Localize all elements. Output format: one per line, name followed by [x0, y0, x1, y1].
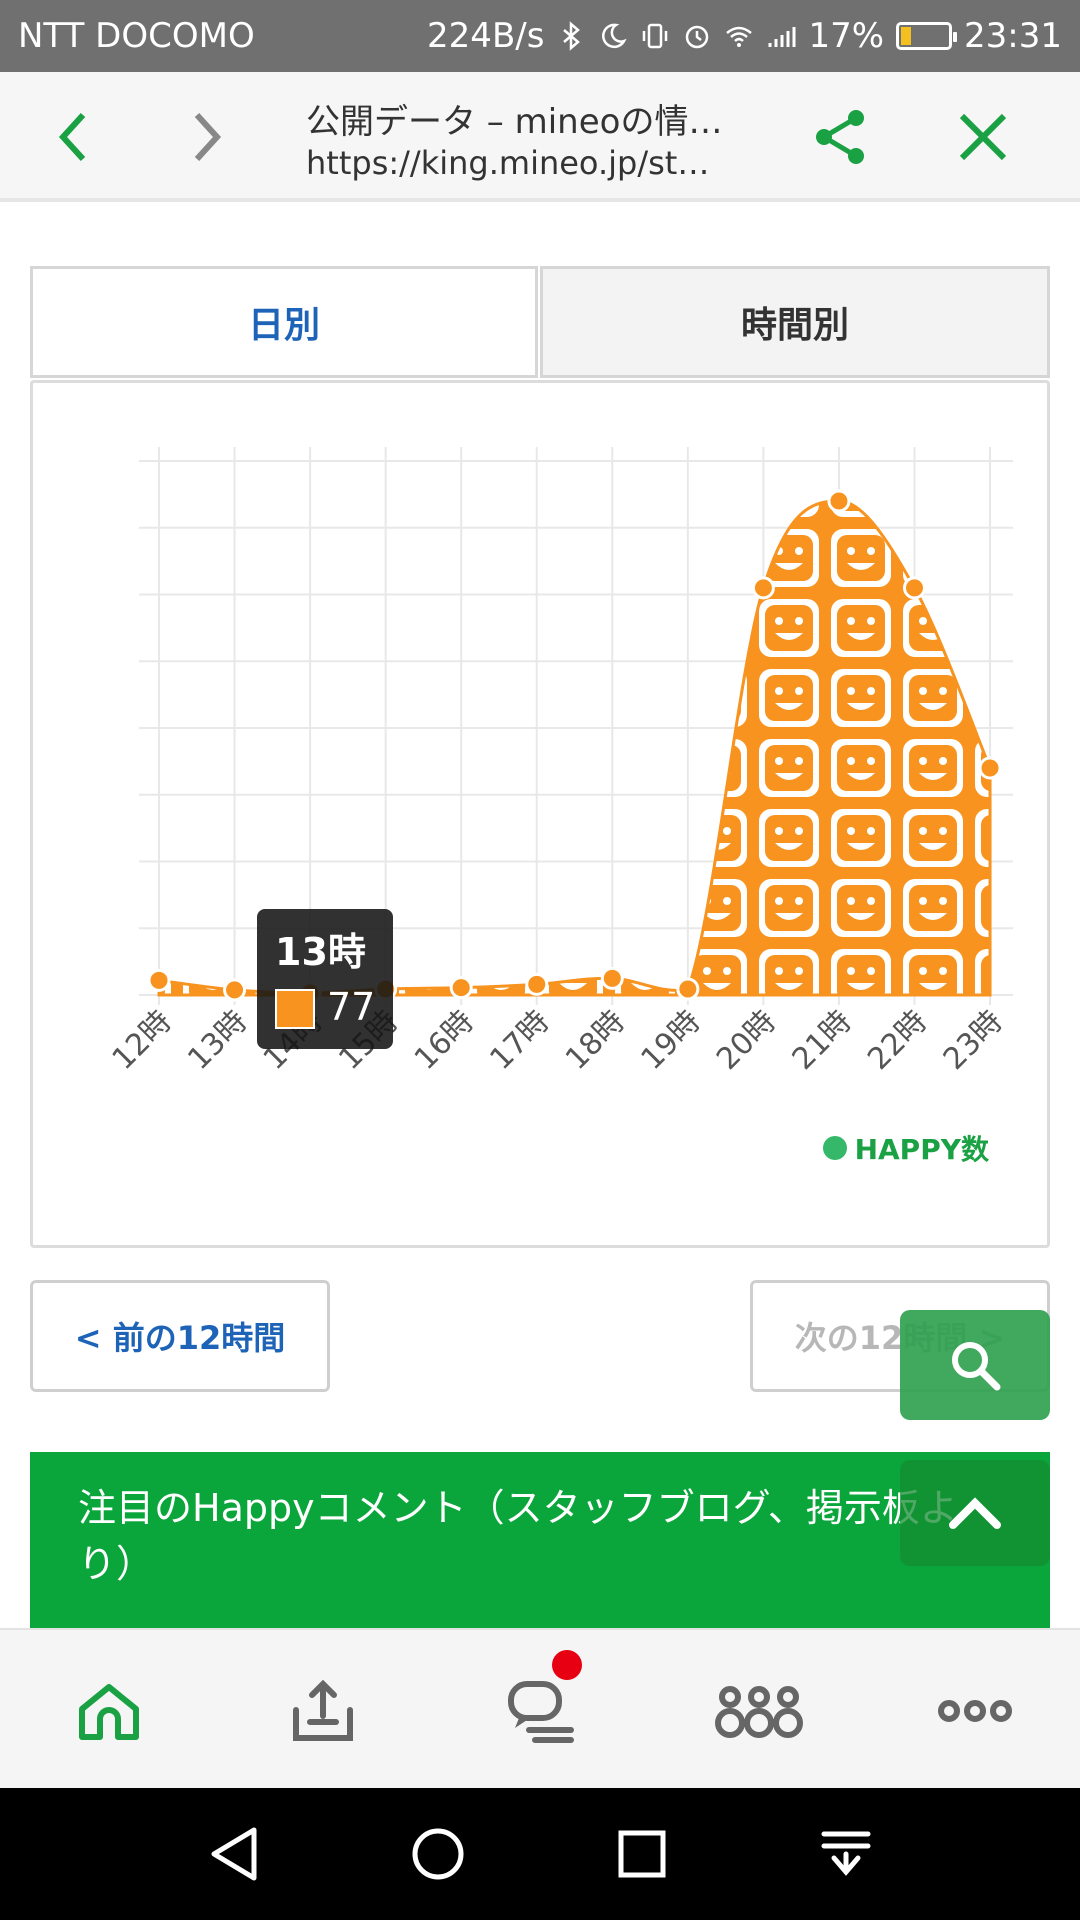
x-tick-label: 13時: [181, 1004, 254, 1077]
data-point-4[interactable]: [449, 976, 473, 1000]
tab-daily[interactable]: 日別: [30, 266, 538, 378]
moon-icon: [602, 23, 628, 49]
forward-icon[interactable]: [172, 102, 242, 172]
tab-hourly[interactable]: 時間別: [540, 266, 1050, 378]
chevron-up-icon: [949, 1497, 1001, 1529]
x-tick-label: 16時: [408, 1004, 481, 1077]
data-point-5[interactable]: [525, 972, 549, 996]
notification-badge: [552, 1650, 582, 1680]
home-icon[interactable]: [64, 1666, 154, 1756]
alarm-icon: [686, 25, 709, 49]
x-tick-label: 12時: [106, 1004, 179, 1077]
battery-percent: 17%: [808, 16, 885, 56]
chart-panel: 12時13時14時15時16時17時18時19時20時21時22時23時 HAP…: [30, 380, 1050, 1248]
system-home-icon[interactable]: [400, 1816, 476, 1892]
prev-12h-button[interactable]: < 前の12時間: [30, 1280, 330, 1392]
chart-tooltip: 13時 77: [257, 909, 393, 1049]
x-tick-label: 17時: [483, 1004, 556, 1077]
page-url[interactable]: https://king.mineo.jp/st…: [306, 144, 736, 182]
tooltip-swatch: [275, 989, 315, 1029]
status-icons: 224B/s 17% 23:31: [427, 16, 1062, 56]
share-icon[interactable]: [806, 102, 876, 172]
data-point-9[interactable]: [827, 489, 851, 513]
chart-legend[interactable]: HAPPY数: [822, 1128, 989, 1168]
data-point-6[interactable]: [600, 966, 624, 990]
x-tick-label: 19時: [635, 1004, 708, 1077]
tooltip-value: 77: [327, 985, 376, 1029]
battery-icon: [896, 22, 958, 50]
chart-x-labels: 12時13時14時15時16時17時18時19時20時21時22時23時: [106, 1004, 1010, 1077]
close-icon[interactable]: [948, 102, 1018, 172]
net-speed: 224B/s: [427, 16, 545, 56]
bluetooth-icon: [563, 21, 581, 51]
data-point-10[interactable]: [902, 576, 926, 600]
wifi-icon: [726, 26, 753, 47]
back-icon[interactable]: [38, 102, 108, 172]
system-back-icon[interactable]: [196, 1816, 272, 1892]
legend-label: HAPPY数: [854, 1133, 989, 1166]
clock: 23:31: [964, 16, 1062, 56]
notification-pull-icon[interactable]: [808, 1816, 884, 1892]
search-button[interactable]: [900, 1310, 1050, 1420]
data-point-8[interactable]: [751, 576, 775, 600]
data-point-7[interactable]: [676, 977, 700, 1001]
upload-icon[interactable]: [278, 1666, 368, 1756]
scroll-top-button[interactable]: [900, 1460, 1050, 1566]
data-point-1[interactable]: [223, 978, 247, 1002]
happy-chart: 12時13時14時15時16時17時18時19時20時21時22時23時: [106, 447, 1013, 1077]
data-point-11[interactable]: [978, 756, 1002, 780]
legend-swatch: [822, 1136, 847, 1160]
x-tick-label: 23時: [937, 1004, 1010, 1077]
x-tick-label: 20時: [710, 1004, 783, 1077]
app-bottom-nav: [0, 1628, 1080, 1788]
featured-comments-banner[interactable]: 注目のHappyコメント（スタッフブログ、掲示板より）: [30, 1452, 1050, 1628]
system-nav-bar: [0, 1788, 1080, 1920]
vibrate-icon: [643, 23, 668, 49]
x-tick-label: 21時: [786, 1004, 859, 1077]
data-point-0[interactable]: [147, 968, 171, 992]
x-tick-label: 22時: [861, 1004, 934, 1077]
system-recents-icon[interactable]: [604, 1816, 680, 1892]
tooltip-label: 13時: [275, 930, 366, 974]
search-icon: [952, 1342, 1001, 1391]
status-bar: NTT DOCOMO 224B/s 17% 23:31: [0, 0, 1080, 72]
carrier-name: NTT DOCOMO: [18, 16, 255, 56]
signal-icon: [768, 27, 796, 47]
x-tick-label: 18時: [559, 1004, 632, 1077]
more-icon[interactable]: [930, 1666, 1020, 1756]
page-title[interactable]: 公開データ – mineoの情…: [306, 94, 736, 143]
browser-bar: 公開データ – mineoの情… https://king.mineo.jp/s…: [0, 72, 1080, 202]
group-icon[interactable]: [714, 1666, 804, 1756]
chat-icon[interactable]: [496, 1666, 586, 1756]
banner-text: 注目のHappyコメント（スタッフブログ、掲示板より）: [78, 1486, 958, 1586]
